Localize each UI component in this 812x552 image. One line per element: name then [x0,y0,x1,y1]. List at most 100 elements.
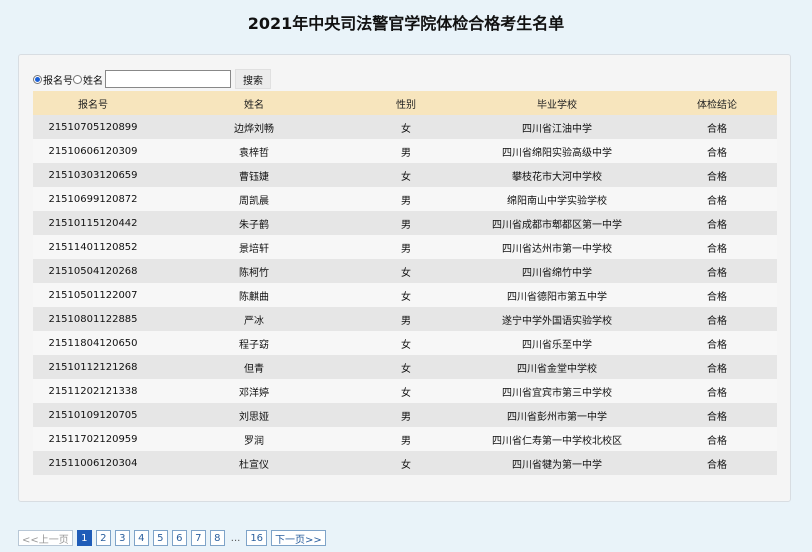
table-row: 21511202121338 邓洋婷女四川省宜宾市第三中学校 合格 [33,379,777,403]
cell-result: 合格 [657,163,777,187]
cell-gender: 男 [355,307,457,331]
cell-gender: 女 [355,355,457,379]
radio-exam-number[interactable] [33,74,42,84]
cell-exam-number: 21510303120659 [33,163,153,187]
cell-result: 合格 [657,379,777,403]
cell-exam-number: 21511401120852 [33,235,153,259]
cell-gender: 女 [355,451,457,475]
cell-result: 合格 [657,115,777,139]
pagination: <<上一页 1 2 3 4 5 6 7 8... 16 下一页>> [18,530,330,546]
header-school: 毕业学校 [457,91,657,115]
cell-name: 朱子鹤 [153,211,355,235]
cell-result: 合格 [657,139,777,163]
cell-name: 周凯晨 [153,187,355,211]
page-button-8[interactable]: 8 [209,530,225,546]
table-row: 21510699120872 周凯晨男绵阳南山中学实验学校 合格 [33,187,777,211]
cell-result: 合格 [657,259,777,283]
table-row: 21511702120959 罗润男四川省仁寿第一中学校北校区 合格 [33,427,777,451]
cell-gender: 男 [355,187,457,211]
cell-result: 合格 [657,331,777,355]
table-row: 21511401120852 景培轩男四川省达州市第一中学校 合格 [33,235,777,259]
page-button-1[interactable]: 1 [76,530,92,546]
cell-result: 合格 [657,235,777,259]
header-name: 姓名 [153,91,355,115]
page-title: 2021年中央司法警官学院体检合格考生名单 [247,14,565,33]
table-row: 21510112121268 但青女四川省金堂中学校 合格 [33,355,777,379]
cell-school: 四川省成都市郫都区第一中学 [457,211,657,235]
cell-name: 陈麒曲 [153,283,355,307]
cell-result: 合格 [657,187,777,211]
table-row: 21510109120705 刘思娅男四川省彭州市第一中学 合格 [33,403,777,427]
pagination-ellipsis: ... [230,532,241,544]
cell-exam-number: 21511202121338 [33,379,153,403]
cell-gender: 女 [355,379,457,403]
cell-exam-number: 21511702120959 [33,427,153,451]
cell-school: 四川省乐至中学 [457,331,657,355]
page-button-7[interactable]: 7 [190,530,206,546]
header-exam-number: 报名号 [33,91,153,115]
cell-result: 合格 [657,451,777,475]
search-bar: 报名号 姓名 搜索 [33,69,271,89]
radio-name[interactable] [73,74,82,84]
cell-name: 刘思娅 [153,403,355,427]
cell-school: 四川省德阳市第五中学 [457,283,657,307]
radio-exam-number-label: 报名号 [43,75,73,87]
cell-school: 四川省达州市第一中学校 [457,235,657,259]
cell-name: 袁梓哲 [153,139,355,163]
page-button-6[interactable]: 6 [171,530,187,546]
cell-exam-number: 21510115120442 [33,211,153,235]
cell-school: 绵阳南山中学实验学校 [457,187,657,211]
table-row: 21511804120650 程子窈女四川省乐至中学 合格 [33,331,777,355]
cell-exam-number: 21510112121268 [33,355,153,379]
next-page-button[interactable]: 下一页>> [271,530,326,546]
cell-school: 遂宁中学外国语实验学校 [457,307,657,331]
cell-exam-number: 21510109120705 [33,403,153,427]
cell-name: 邓洋婷 [153,379,355,403]
cell-school: 四川省宜宾市第三中学校 [457,379,657,403]
cell-school: 四川省金堂中学校 [457,355,657,379]
cell-gender: 女 [355,259,457,283]
page-button-5[interactable]: 5 [152,530,168,546]
table-row: 21510705120899 边烨刘畅女四川省江油中学 合格 [33,115,777,139]
cell-gender: 男 [355,211,457,235]
table-row: 21510801122885 严冰男遂宁中学外国语实验学校 合格 [33,307,777,331]
header-gender: 性别 [355,91,457,115]
cell-exam-number: 21511006120304 [33,451,153,475]
cell-exam-number: 21510501122007 [33,283,153,307]
page-button-last[interactable]: 16 [246,530,268,546]
cell-name: 景培轩 [153,235,355,259]
page-button-3[interactable]: 3 [114,530,130,546]
header-result: 体检结论 [657,91,777,115]
search-input[interactable] [105,70,231,88]
cell-school: 四川省江油中学 [457,115,657,139]
cell-school: 四川省犍为第一中学 [457,451,657,475]
results-table: 报名号 姓名 性别 毕业学校 体检结论 21510705120899 边烨刘畅女四川省江油… [33,91,777,475]
radio-name-label: 姓名 [83,75,103,87]
cell-gender: 男 [355,139,457,163]
table-row: 21510303120659 曹钰婕女攀枝花市大河中学校 合格 [33,163,777,187]
cell-name: 曹钰婕 [153,163,355,187]
cell-name: 边烨刘畅 [153,115,355,139]
prev-page-button[interactable]: <<上一页 [18,530,73,546]
cell-gender: 男 [355,403,457,427]
table-row: 21510115120442 朱子鹤男四川省成都市郫都区第一中学 合格 [33,211,777,235]
cell-gender: 男 [355,427,457,451]
table-row: 21511006120304 杜宣仪女四川省犍为第一中学 合格 [33,451,777,475]
cell-exam-number: 21510801122885 [33,307,153,331]
table-row: 21510504120268 陈柯竹女四川省绵竹中学 合格 [33,259,777,283]
cell-name: 杜宣仪 [153,451,355,475]
table-header-row: 报名号 姓名 性别 毕业学校 体检结论 [33,91,777,115]
search-button[interactable]: 搜索 [235,69,271,89]
cell-result: 合格 [657,355,777,379]
cell-gender: 女 [355,115,457,139]
results-panel: 报名号 姓名 搜索 报名号 姓名 性别 毕业学校 体检结论 21510705120899… [18,54,791,502]
cell-name: 陈柯竹 [153,259,355,283]
cell-result: 合格 [657,427,777,451]
table-row: 21510501122007 陈麒曲女四川省德阳市第五中学 合格 [33,283,777,307]
page-button-2[interactable]: 2 [95,530,111,546]
page-button-4[interactable]: 4 [133,530,149,546]
cell-exam-number: 21511804120650 [33,331,153,355]
cell-exam-number: 21510705120899 [33,115,153,139]
cell-name: 程子窈 [153,331,355,355]
cell-exam-number: 21510504120268 [33,259,153,283]
